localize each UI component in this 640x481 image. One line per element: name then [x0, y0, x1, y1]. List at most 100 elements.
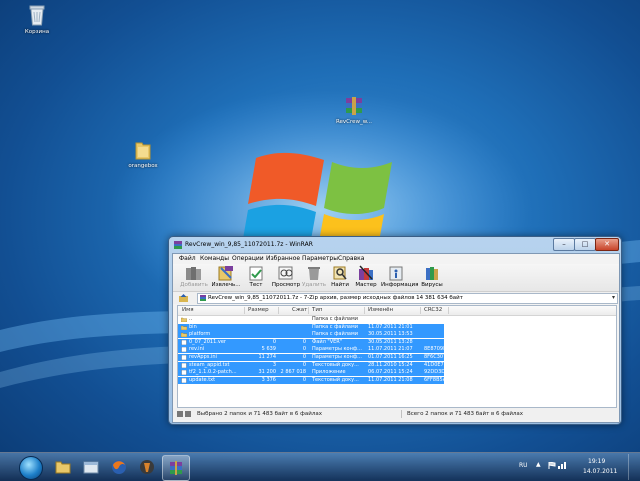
- menu-options[interactable]: Параметры: [302, 255, 338, 262]
- start-button[interactable]: [19, 456, 43, 480]
- column-header-type[interactable]: Тип: [312, 307, 323, 313]
- menu-bar: Файл Команды Операции Избранное Параметр…: [173, 254, 619, 264]
- desktop-icon-archive[interactable]: RevCrew_w...: [326, 96, 382, 125]
- add-books-icon: [186, 267, 201, 280]
- folder-icon: [181, 317, 187, 322]
- file-packed: 0: [302, 376, 306, 383]
- file-row[interactable]: update.txt 3 376 0 Текстовый доку... 11.07.2…: [178, 376, 449, 384]
- status-total: Всего 2 папок и 71 483 байт в 6 файлах: [407, 411, 524, 417]
- file-name: rev.ini: [189, 346, 205, 353]
- drive-icon: [177, 411, 191, 417]
- desktop-icon-orangebox[interactable]: orangebox: [115, 140, 171, 169]
- file-icon: [181, 339, 187, 345]
- info-button[interactable]: Информация: [381, 265, 419, 291]
- firefox-icon: [112, 460, 126, 474]
- file-size: 31 200: [258, 369, 277, 376]
- minimize-button[interactable]: –: [553, 238, 575, 251]
- file-name: platform: [189, 331, 211, 338]
- desktop-icon-recycle-bin[interactable]: Корзина: [9, 4, 65, 35]
- virus-scan-button[interactable]: Вирусы: [417, 265, 447, 291]
- extract-button-label: Извлечь...: [211, 282, 241, 288]
- menu-help[interactable]: Справка: [338, 255, 364, 262]
- desktop-icon-label: Корзина: [24, 29, 50, 35]
- tf2-icon: [140, 460, 154, 474]
- recycle-bin-icon: [29, 5, 45, 26]
- wizard-button[interactable]: Мастер: [351, 265, 381, 291]
- file-crc: 6FF8B5A7: [424, 376, 450, 383]
- find-icon: [333, 266, 347, 280]
- action-center-flag-icon[interactable]: [548, 462, 556, 469]
- file-packed: 0: [302, 354, 306, 360]
- winrar-icon: [170, 461, 182, 475]
- file-name: ..: [189, 316, 193, 322]
- file-row[interactable]: 0_07_2011.ver 0 0 Файл "VER" 30.05.2011 13:2…: [178, 338, 444, 346]
- column-header-packed[interactable]: Сжат: [292, 307, 307, 313]
- file-list[interactable]: Имя Размер Сжат Тип Изменён CRC32 .. Папк…: [177, 305, 617, 408]
- file-row[interactable]: .. Папка с файлами: [178, 316, 444, 323]
- extract-button[interactable]: Извлечь...: [211, 265, 241, 291]
- taskbar-explorer[interactable]: [50, 455, 76, 479]
- maximize-button[interactable]: □: [574, 238, 596, 251]
- explorer-window-icon: [83, 461, 99, 474]
- file-row[interactable]: revApps.ini 11 274 0 Параметры конф... 01.07…: [178, 354, 450, 361]
- file-packed: 0: [302, 346, 306, 353]
- file-modified: 30.05.2011 13:28: [368, 338, 413, 345]
- winrar-archive-icon: [346, 97, 362, 115]
- path-field[interactable]: RevCrew_win_9,85_11072011.7z - 7-Zip арх…: [197, 293, 618, 304]
- file-name: revApps.ini: [189, 354, 217, 360]
- file-packed: 2 867 018: [280, 369, 306, 376]
- file-size: 11 274: [258, 354, 277, 360]
- test-button[interactable]: Тест: [241, 265, 271, 291]
- column-header-modified[interactable]: Изменён: [368, 307, 393, 313]
- wizard-icon: [359, 265, 373, 280]
- close-button[interactable]: ✕: [595, 238, 619, 251]
- file-crc: 8E8709DB: [424, 346, 451, 353]
- menu-commands[interactable]: Команды: [200, 255, 229, 262]
- file-name: bin: [189, 323, 197, 330]
- file-row[interactable]: bin Папка с файлами 11.07.2011 21:01: [178, 323, 444, 331]
- desktop-icon-label: RevCrew_w...: [335, 119, 373, 125]
- file-row[interactable]: tf2_1.1.0.2-patch... 31 200 2 867 018 Прило…: [178, 369, 451, 377]
- add-button[interactable]: Добавить: [179, 265, 209, 291]
- taskbar-firefox[interactable]: [106, 455, 132, 479]
- show-desktop-button[interactable]: [628, 454, 639, 480]
- file-name: steam_appid.txt: [189, 361, 230, 368]
- file-size: 5 639: [261, 346, 276, 353]
- column-header-size[interactable]: Размер: [248, 307, 269, 313]
- menu-favorites[interactable]: Избранное: [266, 255, 300, 262]
- file-icon: [181, 377, 187, 383]
- file-icon: [181, 355, 187, 360]
- menu-operations[interactable]: Операции: [232, 255, 264, 262]
- file-modified: 01.07.2011 16:25: [368, 354, 413, 360]
- winrar-window: RevCrew_win_9,85_11072011.7z - WinRAR – …: [168, 236, 622, 425]
- clock-date[interactable]: 14.07.2011: [583, 468, 617, 475]
- menu-file[interactable]: Файл: [179, 255, 196, 262]
- address-bar: RevCrew_win_9,85_11072011.7z - 7-Zip арх…: [173, 292, 619, 304]
- taskbar-explorer-2[interactable]: [78, 455, 104, 479]
- wizard-button-label: Мастер: [355, 282, 377, 288]
- file-row[interactable]: steam_appid.txt 3 0 Текстовый доку... 28.11.…: [178, 361, 450, 369]
- clock-time[interactable]: 19:19: [588, 458, 605, 465]
- path-text: RevCrew_win_9,85_11072011.7z - 7-Zip арх…: [208, 295, 463, 301]
- file-name: update.txt: [189, 376, 216, 383]
- language-indicator[interactable]: RU: [519, 462, 528, 469]
- file-row[interactable]: platform Папка с файлами 30.05.2011 13:53: [178, 331, 444, 339]
- taskbar-winrar[interactable]: [162, 455, 190, 481]
- column-header-crc32[interactable]: CRC32: [424, 307, 442, 313]
- tray-expand-icon[interactable]: ▲: [536, 461, 541, 468]
- network-icon[interactable]: [558, 462, 566, 469]
- status-bar: Выбрано 2 папок и 71 483 байт в 6 файлах…: [173, 408, 619, 420]
- file-size: 3: [272, 361, 276, 368]
- file-packed: 0: [302, 338, 306, 345]
- file-row[interactable]: rev.ini 5 639 0 Параметры конф... 11.07.2011…: [178, 346, 450, 354]
- taskbar-game[interactable]: [134, 455, 160, 479]
- file-type: Файл "VER": [312, 338, 343, 345]
- view-button[interactable]: Просмотр: [271, 265, 301, 291]
- file-type: Папка с файлами: [312, 316, 358, 322]
- info-button-label: Информация: [381, 282, 419, 288]
- title-bar[interactable]: RevCrew_win_9,85_11072011.7z - WinRAR – …: [169, 237, 621, 253]
- file-crc: 92DD3DF5: [424, 369, 452, 376]
- chevron-down-icon[interactable]: ▾: [612, 294, 615, 301]
- up-folder-icon[interactable]: [179, 294, 188, 302]
- column-header-name[interactable]: Имя: [182, 307, 194, 313]
